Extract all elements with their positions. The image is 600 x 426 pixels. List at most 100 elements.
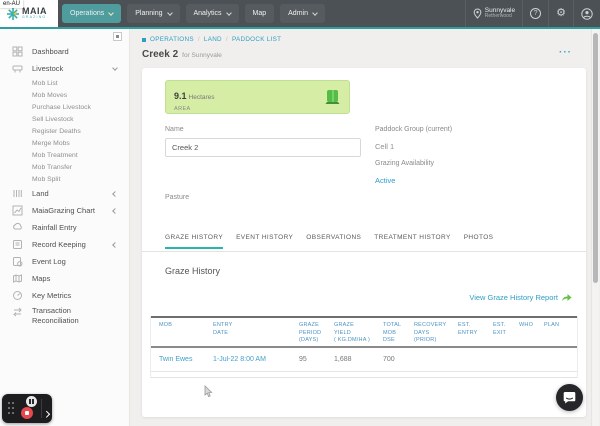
sidebar-item-record-keeping[interactable]: Record Keeping [0, 236, 129, 253]
sidebar-item-event-log[interactable]: Event Log [0, 253, 129, 270]
paddock-group-label: Paddock Group (current) [375, 126, 453, 133]
col-est-entry[interactable]: EST. ENTRY [450, 318, 485, 346]
vertical-scrollbar[interactable] [591, 29, 599, 426]
settings-button[interactable]: ⚙ [548, 0, 573, 27]
name-input[interactable] [165, 138, 361, 157]
sidebar-label: Livestock [32, 64, 64, 73]
sidebar-item-dashboard[interactable]: Dashboard [0, 43, 129, 60]
sidebar-item-livestock[interactable]: Livestock [0, 60, 129, 77]
sidebar-item-maps[interactable]: Maps [0, 270, 129, 287]
main-content: OPERATIONS / LAND / PADDOCK LIST Creek 2… [131, 29, 591, 426]
area-unit: Hectares [188, 94, 215, 101]
row-entry-date-link[interactable]: 1-Jul-22 8:00 AM [205, 356, 291, 363]
col-graze-yield[interactable]: GRAZE YIELD ( KG.DM/HA ) [326, 318, 375, 346]
col-who[interactable]: WHO [511, 318, 536, 346]
tab-graze-history[interactable]: GRAZE HISTORY [165, 234, 224, 249]
table-header-row: MOB ENTRY DATE GRAZE PERIOD (DAYS) GRAZE… [151, 316, 577, 348]
recorder-divider [41, 399, 42, 418]
sidebar-item-mob-list[interactable]: Mob List [32, 77, 129, 89]
pause-recording-button[interactable] [26, 396, 37, 407]
breadcrumb-separator: / [197, 36, 200, 43]
rainfall-cloud-icon [12, 222, 23, 233]
livestock-submenu: Mob List Mob Moves Purchase Livestock Se… [0, 77, 129, 185]
sidebar-pin-button[interactable] [113, 32, 122, 41]
more-options-icon[interactable]: ··· [559, 47, 572, 58]
row-mob-link[interactable]: Twin Ewes [151, 356, 205, 363]
stop-recording-button[interactable] [21, 407, 33, 419]
area-icon [324, 89, 341, 110]
sidebar-label: Transaction Reconciliation [32, 306, 79, 325]
col-entry-date[interactable]: ENTRY DATE [205, 318, 291, 346]
page-subtitle: for Sunnyvale [182, 52, 222, 59]
account-button[interactable] [573, 0, 600, 27]
scrollbar-thumb[interactable] [593, 33, 598, 283]
farm-selector[interactable]: Sunnyvale Retherwood [464, 0, 522, 27]
sidebar-item-mob-treatment[interactable]: Mob Treatment [32, 149, 129, 161]
sidebar-label: Event Log [32, 257, 66, 266]
brand-sub: GRAZING [22, 15, 47, 20]
sidebar-item-mob-moves[interactable]: Mob Moves [32, 89, 129, 101]
tab-observations[interactable]: OBSERVATIONS [306, 234, 361, 249]
area-label: AREA [174, 106, 191, 112]
paddock-card: 9.1Hectares AREA Name Paddock Group (cur… [142, 68, 586, 417]
chevron-down-icon [166, 9, 173, 16]
tab-photos[interactable]: PHOTOS [464, 234, 494, 249]
breadcrumb-land[interactable]: LAND [204, 36, 222, 43]
nav-planning[interactable]: Planning [127, 4, 180, 23]
transaction-icon [12, 306, 23, 317]
sidebar-item-maiagrazing-chart[interactable]: MaiaGrazing Chart [0, 202, 129, 219]
tab-event-history[interactable]: EVENT HISTORY [236, 234, 293, 249]
chat-launcher-button[interactable] [556, 384, 583, 411]
chat-bubble-icon [563, 392, 576, 404]
help-button[interactable]: ? [522, 0, 548, 27]
record-keeping-icon [12, 239, 23, 250]
sidebar-item-sell-livestock[interactable]: Sell Livestock [32, 113, 129, 125]
nav-analytics-label: Analytics [193, 10, 222, 17]
mouse-cursor [204, 385, 213, 403]
breadcrumb-operations[interactable]: OPERATIONS [150, 36, 194, 43]
nav-map[interactable]: Map [244, 4, 275, 23]
land-icon [12, 188, 23, 199]
chevron-down-icon [225, 9, 232, 16]
sidebar-item-rainfall-entry[interactable]: Rainfall Entry [0, 219, 129, 236]
expand-recorder-button[interactable] [43, 403, 50, 421]
nav-admin[interactable]: Admin [280, 4, 325, 23]
sidebar-item-purchase-livestock[interactable]: Purchase Livestock [32, 101, 129, 113]
sidebar-item-mob-split[interactable]: Mob Split [32, 173, 129, 185]
sidebar-label: Record Keeping [32, 240, 86, 249]
user-icon [581, 7, 593, 20]
grazing-availability-value[interactable]: Active [375, 176, 395, 185]
col-mob[interactable]: MOB [151, 318, 205, 346]
area-value: 9.1 [174, 91, 187, 101]
sidebar-label: Dashboard [32, 47, 69, 56]
help-icon: ? [530, 8, 542, 19]
row-graze-yield: 1,688 [334, 356, 352, 363]
sidebar: Dashboard Livestock Mob List Mob Moves P… [0, 29, 130, 426]
col-plan[interactable]: PLAN [536, 318, 574, 346]
sidebar-label: Key Metrics [32, 291, 72, 300]
name-label: Name [165, 126, 184, 133]
col-total-mob-dse[interactable]: TOTAL MOB DSE [375, 318, 406, 346]
sidebar-item-transaction-reconciliation[interactable]: Transaction Reconciliation [0, 304, 129, 330]
col-graze-period[interactable]: GRAZE PERIOD (DAYS) [291, 318, 326, 346]
sidebar-item-key-metrics[interactable]: Key Metrics [0, 287, 129, 304]
drag-handle-icon[interactable] [8, 402, 14, 415]
breadcrumb-paddock-list[interactable]: PADDOCK LIST [232, 36, 281, 43]
nav-analytics[interactable]: Analytics [185, 4, 239, 23]
chevron-right-icon [43, 410, 50, 417]
sidebar-label: MaiaGrazing Chart [32, 206, 95, 215]
chart-icon [12, 205, 23, 216]
sidebar-item-merge-mobs[interactable]: Merge Mobs [32, 137, 129, 149]
sidebar-item-register-deaths[interactable]: Register Deaths [32, 125, 129, 137]
view-graze-history-report-link[interactable]: View Graze History Report [469, 293, 572, 302]
tab-treatment-history[interactable]: TREATMENT HISTORY [374, 234, 450, 249]
area-stat-card: 9.1 Hectares AREA [165, 80, 350, 114]
col-recovery-days[interactable]: RECOVERY DAYS (PRIOR) [406, 318, 450, 346]
nav-operations[interactable]: Operations [62, 4, 122, 23]
paddock-group-value: Cell 1 [375, 142, 395, 151]
col-est-exit[interactable]: EST. EXIT [485, 318, 511, 346]
tabs-divider [142, 251, 586, 252]
sidebar-item-land[interactable]: Land [0, 185, 129, 202]
chevron-down-icon [312, 9, 318, 16]
sidebar-item-mob-transfer[interactable]: Mob Transfer [32, 161, 129, 173]
